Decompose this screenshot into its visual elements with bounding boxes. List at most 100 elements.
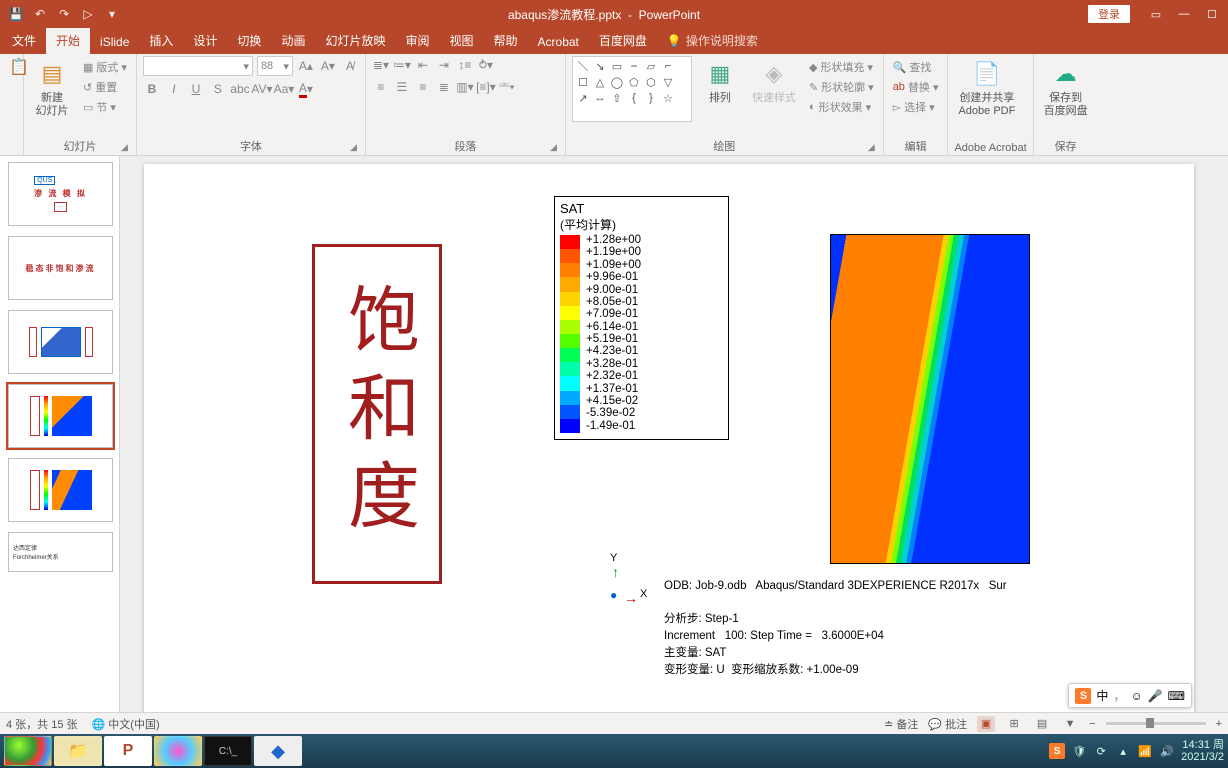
align-left-icon[interactable]: ≡	[372, 78, 390, 96]
layout-button[interactable]: ▦ 版式 ▾	[80, 58, 130, 76]
slide-thumb-3[interactable]	[8, 310, 113, 374]
shape-effects-button[interactable]: ◐ 形状效果 ▾	[806, 98, 877, 116]
shrink-font-icon[interactable]: A▾	[319, 57, 337, 75]
reading-view-icon[interactable]: ▤	[1033, 716, 1051, 732]
shadow-button[interactable]: abc	[231, 80, 249, 98]
tab-transitions[interactable]: 切换	[227, 28, 271, 54]
slide-thumb-1[interactable]: QUS 渗 流 模 拟 ···	[8, 162, 113, 226]
shapes-gallery[interactable]: ＼↘▭⎯▱⌐ ☐△◯⬠⬡▽ ↗↔⇧{}☆	[572, 56, 692, 122]
zoom-in-icon[interactable]: +	[1216, 718, 1222, 730]
strike-button[interactable]: S	[209, 80, 227, 98]
columns-icon[interactable]: ▥▾	[456, 78, 474, 96]
tray-volume-icon[interactable]: 🔊	[1159, 743, 1175, 759]
normal-view-icon[interactable]: ▣	[977, 716, 995, 732]
slide-thumb-2[interactable]: 稳态非饱和渗流	[8, 236, 113, 300]
grow-font-icon[interactable]: A▴	[297, 57, 315, 75]
launcher-icon[interactable]: ◢	[550, 142, 557, 153]
tab-design[interactable]: 设计	[183, 28, 227, 54]
save-icon[interactable]: 💾	[8, 6, 24, 22]
launcher-icon[interactable]: ◢	[121, 142, 128, 153]
tray-up-icon[interactable]: ▴	[1115, 743, 1131, 759]
tray-clock[interactable]: 14:31 周2021/3/2	[1181, 739, 1224, 763]
slide-thumbnails-panel[interactable]: QUS 渗 流 模 拟 ··· 稳态非饱和渗流 达西定律Forchheimer关…	[0, 156, 120, 712]
qat-more-icon[interactable]: ▾	[104, 6, 120, 22]
tab-baidu[interactable]: 百度网盘	[589, 28, 657, 54]
find-button[interactable]: 🔍 查找	[890, 58, 942, 76]
ime-toolbar[interactable]: S 中 ， ☺ 🎤 ⌨	[1068, 683, 1192, 708]
select-button[interactable]: ▻ 选择 ▾	[890, 98, 942, 116]
smartart-icon[interactable]: ⎃▾	[498, 78, 516, 96]
taskbar-cmd-icon[interactable]: C:\_	[204, 736, 252, 766]
slide-thumb-4[interactable]	[8, 384, 113, 448]
bullets-icon[interactable]: ≣▾	[372, 56, 390, 74]
tab-slideshow[interactable]: 幻灯片放映	[315, 28, 395, 54]
taskbar-abaqus-icon[interactable]: ◆	[254, 736, 302, 766]
launcher-icon[interactable]: ◢	[868, 142, 875, 153]
align-right-icon[interactable]: ≡	[414, 78, 432, 96]
redo-icon[interactable]: ↷	[56, 6, 72, 22]
launcher-icon[interactable]: ◢	[350, 142, 357, 153]
start-from-beginning-icon[interactable]: ▷	[80, 6, 96, 22]
slide-canvas-area[interactable]: 饱和度 SAT (平均计算) +1.28e+00+1.19e+00 +1.0	[120, 156, 1228, 712]
zoom-slider[interactable]	[1106, 722, 1206, 725]
taskbar-powerpoint-icon[interactable]: P	[104, 736, 152, 766]
font-color-button[interactable]: A▾	[297, 80, 315, 98]
tray-network-icon[interactable]: 📶	[1137, 743, 1153, 759]
tab-file[interactable]: 文件	[2, 28, 46, 54]
numbering-icon[interactable]: ≔▾	[393, 56, 411, 74]
slide-thumb-6[interactable]: 达西定律Forchheimer关系	[8, 532, 113, 572]
justify-icon[interactable]: ≣	[435, 78, 453, 96]
tray-sync-icon[interactable]: ⟳	[1093, 743, 1109, 759]
section-button[interactable]: ▭ 节 ▾	[80, 98, 130, 116]
new-slide-button[interactable]: ▤ 新建 幻灯片	[30, 56, 74, 119]
tab-islide[interactable]: iSlide	[90, 31, 139, 54]
start-button[interactable]	[4, 736, 52, 766]
shape-outline-button[interactable]: ✎ 形状轮廓 ▾	[806, 78, 877, 96]
line-spacing-icon[interactable]: ↕≡	[456, 56, 474, 74]
clear-format-icon[interactable]: A̸	[341, 57, 359, 75]
taskbar-photos-icon[interactable]	[154, 736, 202, 766]
tell-me-search[interactable]: 💡 操作说明搜索	[657, 28, 768, 54]
login-button[interactable]: 登录	[1088, 5, 1130, 23]
bold-button[interactable]: B	[143, 80, 161, 98]
ime-lang[interactable]: 中	[1096, 687, 1108, 704]
ribbon-display-icon[interactable]: ▭	[1144, 4, 1168, 24]
zoom-out-icon[interactable]: −	[1089, 718, 1095, 730]
tray-shield-icon[interactable]: 🛡	[1071, 743, 1087, 759]
shape-fill-button[interactable]: ◆ 形状填充 ▾	[806, 58, 877, 76]
tab-home[interactable]: 开始	[46, 28, 90, 54]
comments-button[interactable]: 💬 批注	[928, 716, 967, 732]
change-case-button[interactable]: Aa▾	[275, 80, 293, 98]
ime-keyboard-icon[interactable]: ⌨	[1168, 689, 1185, 703]
tray-sogou-icon[interactable]: S	[1049, 743, 1065, 759]
tab-review[interactable]: 审阅	[395, 28, 439, 54]
tab-acrobat[interactable]: Acrobat	[528, 31, 589, 54]
spacing-button[interactable]: AV▾	[253, 80, 271, 98]
ime-emoji-icon[interactable]: ☺	[1130, 689, 1142, 703]
decrease-indent-icon[interactable]: ⇤	[414, 56, 432, 74]
sorter-view-icon[interactable]: ⊞	[1005, 716, 1023, 732]
italic-button[interactable]: I	[165, 80, 183, 98]
font-size-combo[interactable]: 88▾	[257, 56, 293, 76]
ime-mic-icon[interactable]: 🎤	[1148, 689, 1163, 703]
slide-thumb-5[interactable]	[8, 458, 113, 522]
notes-button[interactable]: ≐ 备注	[884, 716, 918, 732]
slideshow-view-icon[interactable]: ▼	[1061, 716, 1079, 732]
quick-styles-button[interactable]: ◈ 快速样式	[748, 56, 800, 107]
tab-animations[interactable]: 动画	[271, 28, 315, 54]
reset-button[interactable]: ↺ 重置	[80, 78, 130, 96]
tab-insert[interactable]: 插入	[139, 28, 183, 54]
slide[interactable]: 饱和度 SAT (平均计算) +1.28e+00+1.19e+00 +1.0	[144, 164, 1194, 712]
tab-help[interactable]: 帮助	[484, 28, 528, 54]
arrange-button[interactable]: ▦ 排列	[698, 56, 742, 107]
align-center-icon[interactable]: ☰	[393, 78, 411, 96]
minimize-icon[interactable]: —	[1172, 4, 1196, 24]
create-pdf-button[interactable]: 📄 创建并共享 Adobe PDF	[954, 56, 1019, 119]
undo-icon[interactable]: ↶	[32, 6, 48, 22]
underline-button[interactable]: U	[187, 80, 205, 98]
replace-button[interactable]: ab 替换 ▾	[890, 78, 942, 96]
shape-line-icon[interactable]: ＼	[576, 59, 590, 73]
text-direction-icon[interactable]: ⥁▾	[477, 56, 495, 74]
vertical-title-box[interactable]: 饱和度	[312, 244, 442, 584]
language-indicator[interactable]: 🌐 中文(中国)	[92, 716, 160, 732]
